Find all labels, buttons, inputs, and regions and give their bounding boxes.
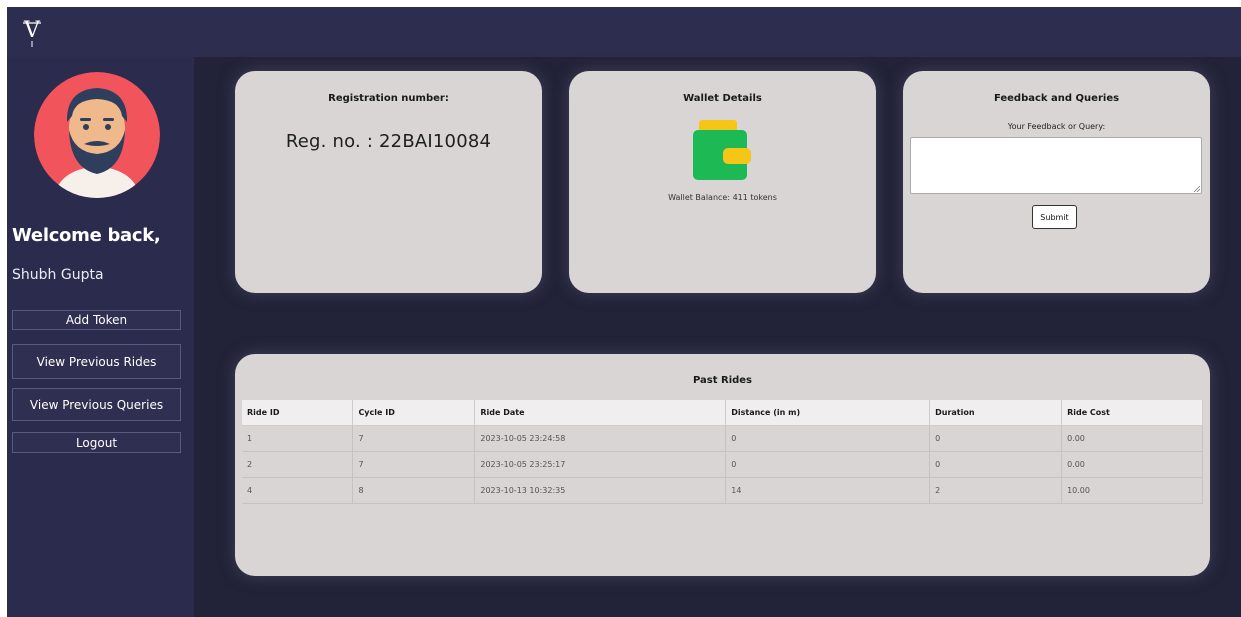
avatar-image [34,72,160,198]
past-rides-table: Ride ID Cycle ID Ride Date Distance (in … [242,400,1203,504]
table-cell: 7 [352,425,476,452]
table-cell: 0 [929,451,1063,478]
past-rides-title: Past Rides [692,375,753,386]
feedback-textarea[interactable] [910,137,1202,194]
registration-card: Registration number: Reg. no. : 22BAI100… [235,71,542,293]
table-cell: 2023-10-13 10:32:35 [474,477,727,504]
column-header: Cycle ID [352,400,476,426]
table-cell: 0.00 [1061,425,1203,452]
feedback-card: Feedback and Queries Your Feedback or Qu… [903,71,1210,293]
table-cell: 4 [242,477,354,504]
table-cell: 7 [352,451,476,478]
feedback-label: Your Feedback or Query: [1007,122,1106,131]
column-header: Ride Date [474,400,727,426]
submit-button[interactable]: Submit [1032,205,1077,229]
avatar [34,72,160,198]
table-cell: 14 [725,477,931,504]
table-row: 2 7 2023-10-05 23:25:17 0 0 0.00 [242,451,1203,478]
logout-button[interactable]: Logout [12,432,181,453]
view-previous-rides-button[interactable]: View Previous Rides [12,344,181,379]
feedback-title: Feedback and Queries [993,93,1120,104]
column-header: Duration [929,400,1063,426]
main-content: Registration number: Reg. no. : 22BAI100… [194,57,1241,617]
table-cell: 0 [929,425,1063,452]
registration-number: Reg. no. : 22BAI10084 [285,131,492,152]
table-cell: 2 [929,477,1063,504]
table-cell: 2023-10-05 23:25:17 [474,451,727,478]
table-row: 4 8 2023-10-13 10:32:35 14 2 10.00 [242,477,1203,504]
resize-grip-icon[interactable] [1193,185,1201,193]
brand-logo-letter: V [23,18,41,43]
wallet-icon [693,120,751,180]
view-previous-queries-button[interactable]: View Previous Queries [12,388,181,421]
top-bar: V [7,7,1241,57]
wallet-title: Wallet Details [683,93,762,104]
sidebar: Welcome back, Shubh Gupta Add Token View… [7,57,194,617]
welcome-heading: Welcome back, [12,225,161,246]
table-cell: 1 [242,425,354,452]
past-rides-card: Past Rides Ride ID Cycle ID Ride Date Di… [235,354,1210,576]
table-cell: 2023-10-05 23:24:58 [474,425,727,452]
column-header: Ride ID [242,400,354,426]
wallet-card: Wallet Details Wallet Balance: 411 token… [569,71,876,293]
table-cell: 8 [352,477,476,504]
brand-logo[interactable]: V [19,15,45,49]
table-cell: 10.00 [1061,477,1203,504]
table-row: 1 7 2023-10-05 23:24:58 0 0 0.00 [242,425,1203,452]
table-cell: 0.00 [1061,451,1203,478]
table-cell: 0 [725,451,931,478]
username: Shubh Gupta [12,267,104,283]
column-header: Distance (in m) [725,400,931,426]
registration-title: Registration number: [328,93,449,104]
wallet-balance: Wallet Balance: 411 tokens [668,193,777,202]
add-token-button[interactable]: Add Token [12,310,181,330]
column-header: Ride Cost [1061,400,1203,426]
app-window: V Welcome back, Shubh Gupta Add Token Vi… [7,7,1241,617]
table-cell: 2 [242,451,354,478]
table-header-row: Ride ID Cycle ID Ride Date Distance (in … [242,400,1203,426]
table-cell: 0 [725,425,931,452]
